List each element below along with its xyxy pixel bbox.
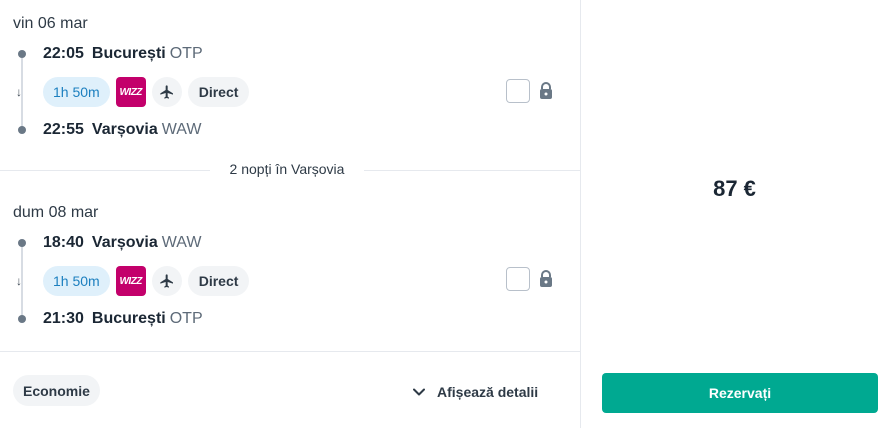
stay-duration-label: 2 nopți în Varșovia: [210, 158, 364, 180]
outbound-date: vin 06 mar: [13, 15, 88, 32]
lock-icon: [538, 82, 554, 100]
inbound-date: dum 08 mar: [13, 204, 99, 221]
duration-badge: 1h 50m: [43, 77, 110, 107]
arrival-time: 22:55: [43, 121, 84, 138]
footer-divider: [0, 351, 581, 352]
inbound-arrival: 21:30 București OTP: [43, 310, 203, 328]
lock-icon: [538, 270, 554, 288]
plane-icon: [151, 266, 182, 296]
outbound-flight-info: 1h 50m WIZZ Direct: [43, 77, 250, 107]
inbound-flight-info: 1h 50m WIZZ Direct: [43, 266, 250, 296]
direct-badge: Direct: [187, 266, 250, 296]
show-details-label: Afișează detalii: [437, 384, 539, 400]
departure-city: București: [91, 45, 166, 62]
arrival-city: Varșovia: [91, 121, 158, 138]
departure-airport-code: WAW: [161, 234, 202, 251]
inbound-departure: 18:40 Varșovia WAW: [43, 234, 201, 252]
outbound-departure: 22:05 București OTP: [43, 45, 203, 63]
arrival-airport-code: OTP: [169, 310, 203, 327]
arrival-airport-code: WAW: [161, 121, 202, 138]
itinerary-panel: vin 06 mar ↓ 22:05 București OTP 1h 50m …: [0, 0, 581, 428]
arrow-down-icon: ↓: [16, 274, 22, 288]
book-button[interactable]: Rezervați: [602, 373, 878, 413]
price-panel: 87 € Rezervați: [582, 0, 887, 428]
departure-airport-code: OTP: [169, 45, 203, 62]
plane-icon: [151, 77, 182, 107]
inbound-departure-dot: [18, 239, 26, 247]
select-checkbox[interactable]: [506, 267, 530, 291]
departure-time: 22:05: [43, 45, 84, 62]
outbound-arrival-dot: [18, 126, 26, 134]
cabin-class-badge: Economie: [13, 375, 100, 406]
inbound-arrival-dot: [18, 315, 26, 323]
outbound-arrival: 22:55 Varșovia WAW: [43, 121, 201, 139]
select-checkbox[interactable]: [506, 79, 530, 103]
arrival-city: București: [91, 310, 166, 327]
departure-time: 18:40: [43, 234, 84, 251]
duration-badge: 1h 50m: [43, 266, 110, 296]
departure-city: Varșovia: [91, 234, 158, 251]
price: 87 €: [713, 176, 756, 201]
outbound-departure-dot: [18, 50, 26, 58]
wizz-air-logo-icon: WIZZ: [115, 266, 146, 296]
flight-result-card: vin 06 mar ↓ 22:05 București OTP 1h 50m …: [0, 0, 887, 428]
wizz-air-logo-icon: WIZZ: [115, 77, 146, 107]
show-details-button[interactable]: Afișează detalii: [413, 381, 538, 403]
arrow-down-icon: ↓: [16, 85, 22, 99]
direct-badge: Direct: [187, 77, 250, 107]
arrival-time: 21:30: [43, 310, 84, 327]
chevron-down-icon: [413, 388, 425, 396]
